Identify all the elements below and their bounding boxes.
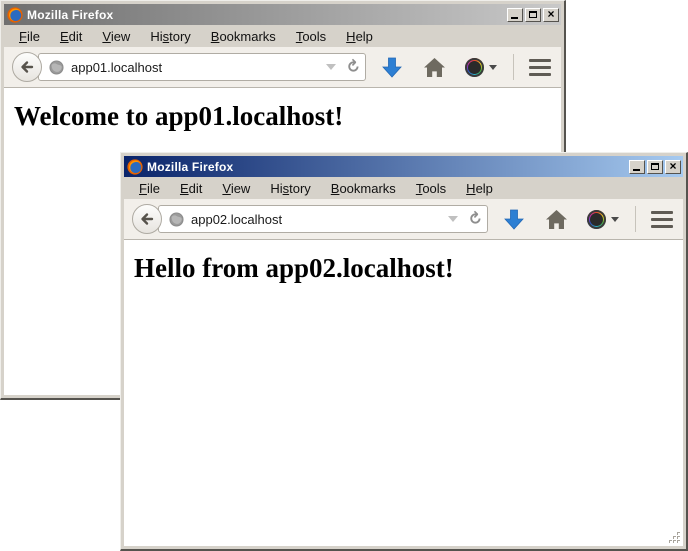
chevron-down-icon[interactable] xyxy=(489,65,497,70)
close-icon: × xyxy=(669,160,676,172)
browser-window-app02: Mozilla Firefox × File Edit View History… xyxy=(120,152,688,551)
home-icon xyxy=(546,210,567,229)
back-arrow-icon xyxy=(19,59,35,75)
home-icon xyxy=(424,58,445,77)
page-content-app02: Hello from app02.localhost! xyxy=(124,240,683,546)
download-arrow-icon xyxy=(382,57,402,78)
titlebar[interactable]: Mozilla Firefox × xyxy=(4,4,561,25)
menu-help[interactable]: Help xyxy=(337,27,382,46)
close-icon: × xyxy=(547,8,554,20)
page-heading: Welcome to app01.localhost! xyxy=(14,101,561,132)
download-arrow-icon xyxy=(504,209,524,230)
menu-history[interactable]: History xyxy=(141,27,199,46)
maximize-button[interactable] xyxy=(525,8,541,22)
window-title: Mozilla Firefox xyxy=(27,8,503,22)
maximize-icon xyxy=(529,11,537,18)
open-menu-button[interactable] xyxy=(651,211,673,228)
firefox-logo-icon xyxy=(127,159,143,175)
menu-view[interactable]: View xyxy=(213,179,259,198)
menu-bookmarks[interactable]: Bookmarks xyxy=(322,179,405,198)
navigation-toolbar: app01.localhost ↻ xyxy=(4,47,561,88)
colorwheel-extension-icon xyxy=(465,58,484,77)
maximize-button[interactable] xyxy=(647,160,663,174)
toolbar-separator xyxy=(513,54,514,80)
titlebar[interactable]: Mozilla Firefox × xyxy=(124,156,683,177)
download-button[interactable] xyxy=(382,57,402,78)
extension-button[interactable] xyxy=(587,210,619,229)
desktop: Mozilla Firefox × File Edit View History… xyxy=(0,0,688,551)
back-button[interactable] xyxy=(12,52,42,82)
reload-icon[interactable]: ↻ xyxy=(464,209,485,230)
url-history-dropdown-icon[interactable] xyxy=(448,216,458,222)
hamburger-icon xyxy=(529,59,551,62)
extension-button[interactable] xyxy=(465,58,497,77)
url-bar[interactable]: app01.localhost ↻ xyxy=(38,53,366,81)
site-identity-globe-icon xyxy=(169,212,184,227)
colorwheel-extension-icon xyxy=(587,210,606,229)
url-text[interactable]: app01.localhost xyxy=(71,60,326,75)
toolbar-separator xyxy=(635,206,636,232)
hamburger-icon xyxy=(651,211,673,214)
menu-bar: File Edit View History Bookmarks Tools H… xyxy=(124,177,683,199)
window-title: Mozilla Firefox xyxy=(147,160,625,174)
navigation-toolbar: app02.localhost ↻ xyxy=(124,199,683,240)
menu-file[interactable]: File xyxy=(10,27,49,46)
chevron-down-icon[interactable] xyxy=(611,217,619,222)
minimize-icon xyxy=(511,17,518,19)
menu-history[interactable]: History xyxy=(261,179,319,198)
minimize-button[interactable] xyxy=(629,160,645,174)
menu-view[interactable]: View xyxy=(93,27,139,46)
resize-grip[interactable] xyxy=(668,531,681,544)
site-identity-globe-icon xyxy=(49,60,64,75)
close-button[interactable]: × xyxy=(543,8,559,22)
page-heading: Hello from app02.localhost! xyxy=(134,253,683,284)
url-text[interactable]: app02.localhost xyxy=(191,212,448,227)
home-button[interactable] xyxy=(424,58,445,77)
back-arrow-icon xyxy=(139,211,155,227)
menu-edit[interactable]: Edit xyxy=(171,179,211,198)
url-bar[interactable]: app02.localhost ↻ xyxy=(158,205,488,233)
firefox-logo-icon xyxy=(7,7,23,23)
minimize-icon xyxy=(633,169,640,171)
home-button[interactable] xyxy=(546,210,567,229)
menu-file[interactable]: File xyxy=(130,179,169,198)
reload-icon[interactable]: ↻ xyxy=(342,57,363,78)
menu-tools[interactable]: Tools xyxy=(407,179,455,198)
back-button[interactable] xyxy=(132,204,162,234)
close-button[interactable]: × xyxy=(665,160,681,174)
menu-bar: File Edit View History Bookmarks Tools H… xyxy=(4,25,561,47)
menu-edit[interactable]: Edit xyxy=(51,27,91,46)
maximize-icon xyxy=(651,163,659,170)
minimize-button[interactable] xyxy=(507,8,523,22)
open-menu-button[interactable] xyxy=(529,59,551,76)
menu-bookmarks[interactable]: Bookmarks xyxy=(202,27,285,46)
menu-help[interactable]: Help xyxy=(457,179,502,198)
url-history-dropdown-icon[interactable] xyxy=(326,64,336,70)
download-button[interactable] xyxy=(504,209,524,230)
menu-tools[interactable]: Tools xyxy=(287,27,335,46)
